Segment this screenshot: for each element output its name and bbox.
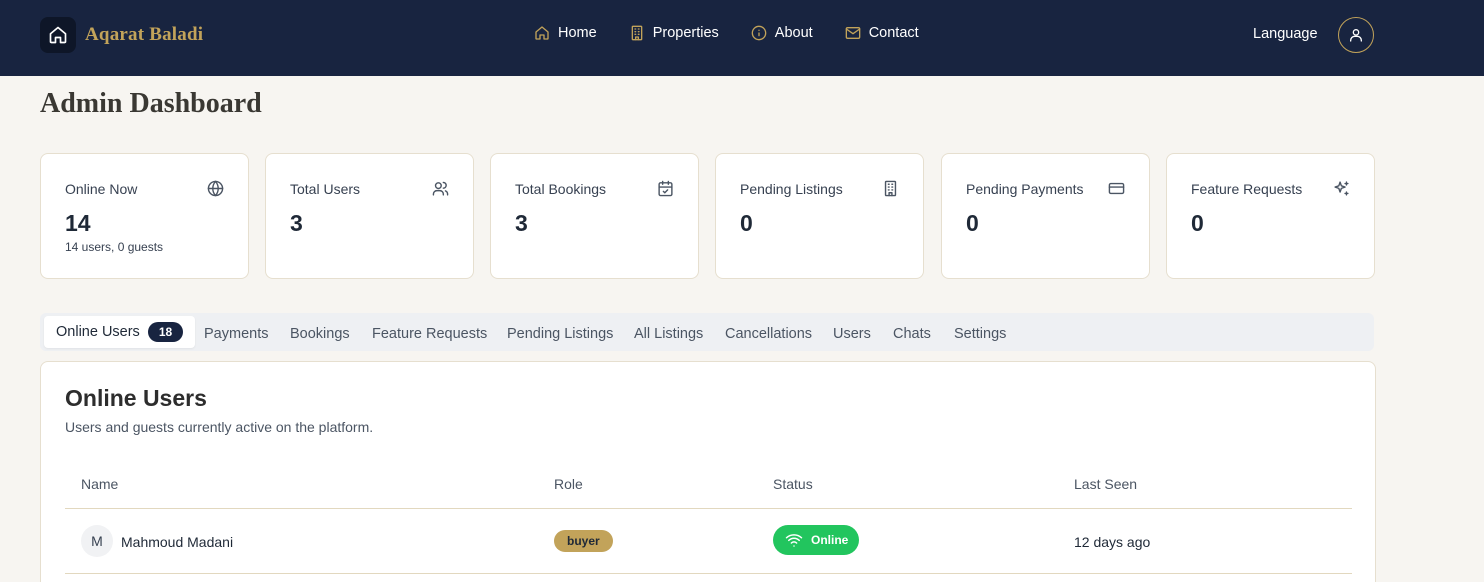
tab-users[interactable]: Users [833, 319, 871, 349]
sparkles-icon [1334, 181, 1349, 196]
stat-label: Online Now [65, 181, 138, 197]
stat-value: 14 [65, 210, 91, 236]
calendar-check-icon [658, 180, 673, 197]
stat-value: 0 [1191, 210, 1204, 236]
tab-feature-requests[interactable]: Feature Requests [372, 319, 487, 349]
stat-card-total-users: Total Users 3 [265, 153, 474, 279]
nav-about-label: About [774, 25, 813, 41]
stat-card-pending-listings: Pending Listings 0 [715, 153, 924, 279]
column-header-role: Role [554, 476, 583, 492]
panel-title: Online Users [65, 385, 207, 411]
row-divider [65, 573, 1352, 574]
stat-label: Total Bookings [515, 181, 607, 197]
tab-label: Settings [954, 326, 1007, 342]
stat-label: Pending Payments [966, 181, 1084, 197]
top-navbar: Aqarat Baladi Home Properties About Cont… [0, 0, 1484, 76]
nav-properties[interactable]: Properties [629, 25, 719, 41]
avatar: M [81, 525, 113, 557]
online-users-panel: Online Users Users and guests currently … [40, 361, 1376, 582]
column-header-status: Status [773, 476, 813, 492]
stat-label: Pending Listings [740, 181, 843, 197]
nav-home-label: Home [558, 25, 597, 41]
stat-label: Feature Requests [1191, 181, 1303, 197]
language-button[interactable]: Language [1253, 26, 1318, 42]
nav-properties-label: Properties [652, 25, 719, 41]
stat-value: 3 [515, 210, 528, 236]
profile-button[interactable] [1338, 17, 1374, 53]
stat-value: 0 [966, 210, 979, 236]
panel-subtitle: Users and guests currently active on the… [65, 419, 374, 435]
page-title: Admin Dashboard [40, 88, 262, 119]
stat-card-online-now: Online Now 14 14 users, 0 guests [40, 153, 249, 279]
building-icon [631, 25, 643, 41]
stat-sub: 14 users, 0 guests [65, 240, 164, 254]
user-name: Mahmoud Madani [121, 534, 234, 550]
info-icon [751, 25, 767, 41]
nav-home[interactable]: Home [534, 25, 597, 41]
home-icon [535, 26, 549, 40]
tab-pending-listings[interactable]: Pending Listings [507, 319, 613, 349]
credit-card-icon [1108, 182, 1125, 195]
building-icon [884, 180, 897, 197]
brand[interactable]: Aqarat Baladi [40, 17, 203, 53]
column-header-name: Name [81, 476, 119, 492]
tab-label: Cancellations [725, 326, 813, 342]
status-badge: Online [773, 525, 860, 555]
column-header-last-seen: Last Seen [1074, 476, 1138, 492]
dashboard-tabs: Online Users 18 Payments Bookings Featur… [40, 313, 1374, 351]
role-badge: buyer [554, 530, 613, 552]
main-nav: Home Properties About Contact [534, 25, 951, 41]
tab-label: All Listings [634, 326, 704, 342]
user-icon [1350, 29, 1362, 42]
brand-name: Aqarat Baladi [85, 24, 204, 45]
stat-card-feature-requests: Feature Requests 0 [1166, 153, 1375, 279]
tab-chats[interactable]: Chats [893, 319, 931, 349]
table-header-divider [65, 508, 1352, 509]
tab-label: Users [833, 326, 871, 342]
stat-label: Total Users [290, 181, 361, 197]
last-seen: 12 days ago [1074, 534, 1151, 550]
users-icon [432, 181, 449, 196]
nav-about[interactable]: About [751, 25, 813, 41]
stat-value: 0 [740, 210, 753, 236]
nav-contact[interactable]: Contact [845, 25, 919, 41]
tab-online-users[interactable]: Online Users 18 [44, 316, 196, 348]
tab-cancellations[interactable]: Cancellations [725, 319, 812, 349]
tab-label: Feature Requests [372, 326, 488, 342]
tab-label: Chats [893, 326, 931, 342]
tab-payments[interactable]: Payments [204, 319, 268, 349]
tab-label: Online Users [56, 324, 140, 340]
stat-card-pending-payments: Pending Payments 0 [941, 153, 1150, 279]
tab-all-listings[interactable]: All Listings [634, 319, 703, 349]
mail-icon [845, 27, 861, 39]
tab-label: Payments [204, 326, 269, 342]
tab-settings[interactable]: Settings [954, 319, 1006, 349]
home-icon [40, 17, 76, 53]
stat-value: 3 [290, 210, 303, 236]
wifi-icon [785, 534, 803, 547]
tab-label: Bookings [290, 326, 350, 342]
tab-label: Pending Listings [507, 326, 614, 342]
stat-card-total-bookings: Total Bookings 3 [490, 153, 699, 279]
globe-icon [207, 180, 224, 197]
nav-contact-label: Contact [868, 25, 919, 41]
tab-bookings[interactable]: Bookings [290, 319, 350, 349]
count-badge: 18 [147, 322, 184, 342]
status-label: Online [811, 533, 849, 547]
